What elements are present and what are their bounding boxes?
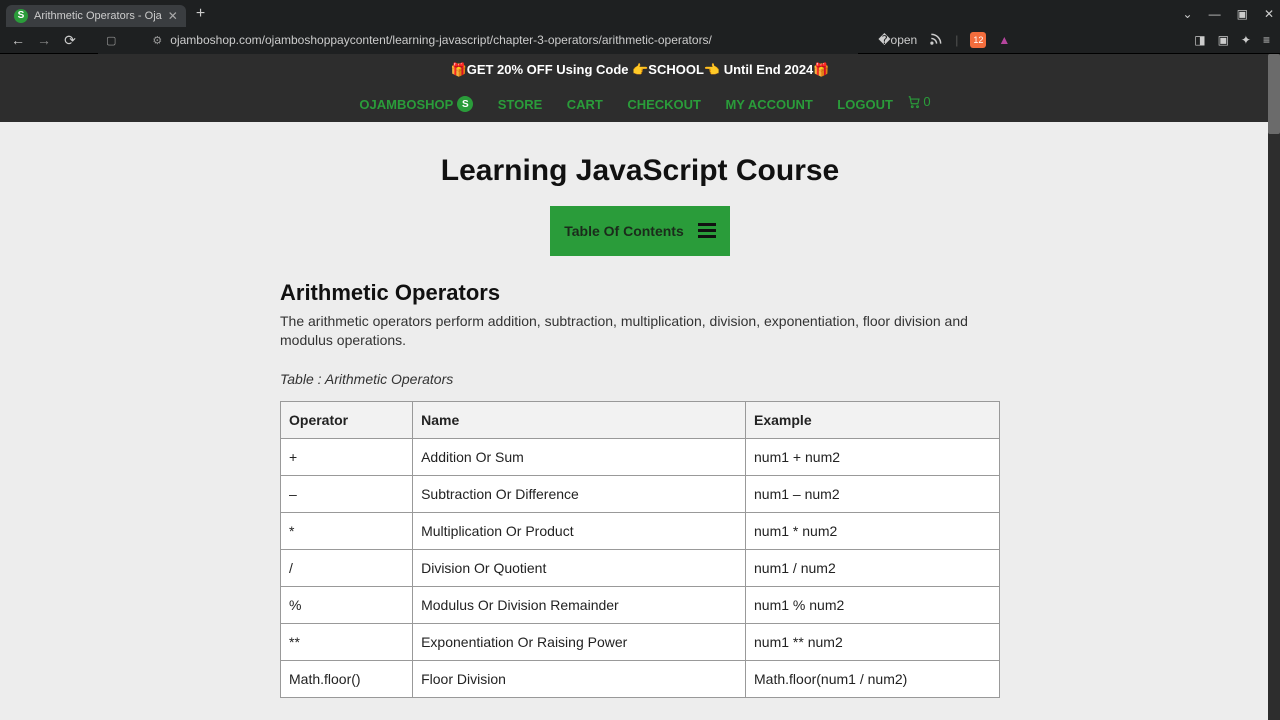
back-button[interactable]: ← [10,32,26,48]
table-caption: Table : Arithmetic Operators [280,371,1000,387]
table-row: %Modulus Or Division Remaindernum1 % num… [281,586,1000,623]
sidebar-toggle-icon[interactable]: ◨ [1194,33,1205,47]
course-title: Learning JavaScript Course [280,154,1000,188]
nav-cart[interactable]: CART [567,97,603,112]
site-favicon-icon: S [14,9,28,23]
minimize-button[interactable]: — [1209,7,1221,21]
site-nav: OJAMBOSHOP S STORE CART CHECKOUT MY ACCO… [0,86,1280,122]
chevron-down-icon[interactable]: ⌄ [1183,7,1193,21]
promo-banner: 🎁GET 20% OFF Using Code 👉SCHOOL👈 Until E… [0,54,1280,86]
table-row: –Subtraction Or Differencenum1 – num2 [281,475,1000,512]
nav-logout[interactable]: LOGOUT [837,97,893,112]
section-description: The arithmetic operators perform additio… [280,312,1000,351]
toc-button[interactable]: Table Of Contents [550,206,730,256]
window-controls: ⌄ — ▣ ✕ [1183,7,1274,21]
cart-count: 0 [923,94,930,109]
share-icon[interactable]: �open [878,33,917,47]
bookmark-outline-icon[interactable]: ▢ [106,34,116,47]
toolbar-right: �open | 12 ▲ ◨ ▣ ✦ ≡ [878,32,1270,49]
address-bar[interactable]: ▢ ⚙ ojamboshop.com/ojamboshoppaycontent/… [98,27,858,54]
table-row: +Addition Or Sumnum1 + num2 [281,438,1000,475]
th-example: Example [746,401,1000,438]
brave-shield-icon[interactable]: 12 [970,32,986,48]
browser-toolbar: ← → ⟳ ▢ ⚙ ojamboshop.com/ojamboshoppayco… [0,27,1280,54]
nav-store[interactable]: STORE [498,97,543,112]
sparkle-icon[interactable]: ✦ [1241,33,1251,47]
th-operator: Operator [281,401,413,438]
forward-button[interactable]: → [36,32,52,48]
close-window-button[interactable]: ✕ [1264,7,1274,21]
hamburger-icon [698,223,716,238]
nav-checkout[interactable]: CHECKOUT [627,97,701,112]
browser-tab[interactable]: S Arithmetic Operators - Oja ✕ [6,5,186,27]
menu-icon[interactable]: ≡ [1263,33,1270,47]
th-name: Name [413,401,746,438]
wallet-icon[interactable]: ▣ [1218,33,1229,47]
cart-icon[interactable]: 0 [907,94,930,109]
brand-logo-icon: S [457,96,473,112]
content: Learning JavaScript Course Table Of Cont… [280,122,1000,720]
tab-close-icon[interactable]: ✕ [168,9,178,23]
nav-account[interactable]: MY ACCOUNT [725,97,812,112]
reload-button[interactable]: ⟳ [62,32,78,49]
table-row: **Exponentiation Or Raising Powernum1 **… [281,623,1000,660]
table-row: *Multiplication Or Productnum1 * num2 [281,512,1000,549]
vertical-scrollbar[interactable] [1268,54,1280,720]
window-titlebar: S Arithmetic Operators - Oja ✕ + ⌄ — ▣ ✕ [0,0,1280,27]
page-viewport: 🎁GET 20% OFF Using Code 👉SCHOOL👈 Until E… [0,54,1280,720]
scrollbar-thumb[interactable] [1268,54,1280,134]
operators-table: Operator Name Example +Addition Or Sumnu… [280,401,1000,698]
toc-label: Table Of Contents [564,223,684,239]
table-header-row: Operator Name Example [281,401,1000,438]
rss-icon[interactable] [929,32,943,49]
section-title: Arithmetic Operators [280,280,1000,306]
brave-rewards-icon[interactable]: ▲ [998,33,1010,47]
site-settings-icon[interactable]: ⚙ [152,34,162,47]
url-text: ojamboshop.com/ojamboshoppaycontent/lear… [170,33,850,47]
new-tab-button[interactable]: + [196,5,205,23]
maximize-button[interactable]: ▣ [1237,7,1248,21]
table-row: Math.floor()Floor DivisionMath.floor(num… [281,660,1000,697]
tab-title: Arithmetic Operators - Oja [34,10,162,22]
nav-brand[interactable]: OJAMBOSHOP S [359,96,473,112]
table-row: /Division Or Quotientnum1 / num2 [281,549,1000,586]
